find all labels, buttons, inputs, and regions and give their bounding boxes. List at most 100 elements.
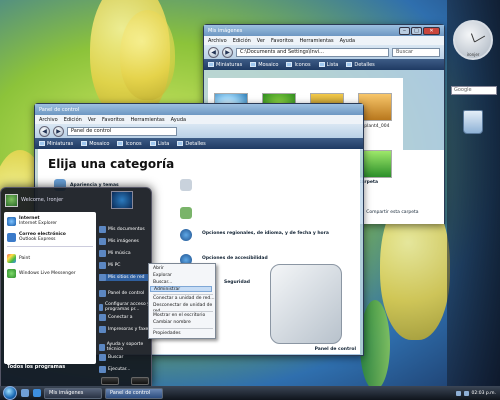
tool-label: Detalles (354, 61, 375, 68)
view-tiles-button[interactable]: Mosaico (250, 62, 278, 68)
program-paint[interactable]: Paint (7, 254, 30, 263)
ctx-rename[interactable]: Cambiar nombre (153, 320, 215, 326)
power-button[interactable] (131, 377, 149, 385)
view-tiles-button[interactable]: Mosaico (81, 141, 109, 147)
recycle-bin-icon[interactable] (463, 110, 483, 134)
category-security[interactable]: Seguridad (224, 280, 250, 285)
view-details-button[interactable]: Detalles (177, 141, 206, 147)
thumbnails-icon (208, 62, 214, 67)
control-titlebar[interactable]: Panel de control (35, 104, 363, 115)
item-label: Panel de control (108, 291, 145, 296)
user-picture (111, 191, 133, 209)
icons-icon (117, 141, 124, 146)
view-icons-button[interactable]: Iconos (286, 62, 311, 68)
divider (153, 294, 213, 295)
start-printers[interactable]: Impresoras y faxes (99, 326, 151, 333)
volume-icon[interactable] (463, 390, 469, 396)
view-list-button[interactable]: Lista (149, 141, 169, 147)
control-menubar: Archivo Edición Ver Favoritos Herramient… (35, 115, 363, 124)
start-my-documents[interactable]: Mis documentos (99, 226, 151, 233)
images-address-row: ◀ ▶ C:\Documents and Settings\Invi... Bu… (204, 45, 444, 59)
all-programs-button[interactable]: Todos los programas (7, 364, 65, 370)
item-label: Mi música (108, 251, 131, 256)
images-titlebar[interactable]: Mis imágenes ‒ □ ✕ (204, 25, 444, 36)
view-list-button[interactable]: Lista (318, 62, 338, 68)
menu-ayuda[interactable]: Ayuda (171, 117, 186, 123)
start-my-pc[interactable]: Mi PC (99, 262, 151, 269)
window-title: Mis imágenes (208, 27, 243, 34)
ctx-explore[interactable]: Explorar (153, 273, 215, 279)
start-help[interactable]: Ayuda y soporte técnico (99, 342, 151, 352)
control-address-row: ◀ ▶ Panel de control (35, 124, 363, 138)
minimize-button[interactable]: ‒ (399, 26, 410, 35)
network-icon[interactable] (455, 390, 461, 396)
start-set-program-access[interactable]: Configurar acceso y programas pr... (99, 302, 151, 312)
users-icon (180, 207, 192, 219)
start-run[interactable]: Ejecutar... (99, 366, 151, 373)
start-button[interactable] (3, 386, 17, 400)
menu-favoritos[interactable]: Favoritos (271, 38, 294, 44)
forward-button[interactable]: ▶ (53, 125, 64, 137)
back-button[interactable]: ◀ (39, 125, 50, 137)
start-control-panel[interactable]: Panel de control (99, 290, 151, 297)
outlook-express-icon (7, 232, 16, 242)
taskbar: Mis imágenes Panel de control 02:03 p.m. (0, 386, 500, 400)
taskbar-images-button[interactable]: Mis imágenes (44, 387, 102, 399)
start-my-pictures[interactable]: Mis imágenes (99, 238, 151, 245)
menu-edicion[interactable]: Edición (233, 38, 251, 44)
ctx-manage[interactable]: Administrar (150, 286, 212, 292)
clock-text[interactable]: 02:03 p.m. (472, 391, 497, 396)
item-label: Mis imágenes (108, 239, 139, 244)
menu-favoritos[interactable]: Favoritos (102, 117, 125, 123)
avatar (5, 193, 18, 207)
menu-archivo[interactable]: Archivo (39, 117, 58, 123)
program-messenger[interactable]: Windows Live Messenger (7, 269, 76, 278)
view-icons-button[interactable]: Iconos (117, 141, 142, 147)
help-icon (99, 343, 105, 351)
address-bar[interactable]: C:\Documents and Settings\Invi... (236, 47, 389, 57)
lock-button[interactable] (101, 377, 119, 385)
category-accessibility[interactable]: Opciones de accesibilidad (202, 256, 268, 261)
menu-ayuda[interactable]: Ayuda (340, 38, 355, 44)
back-button[interactable]: ◀ (208, 46, 219, 58)
view-details-button[interactable]: Detalles (346, 61, 375, 68)
view-thumbnails-button[interactable]: Miniaturas (208, 62, 242, 68)
internet-explorer-icon[interactable] (33, 389, 41, 397)
close-button[interactable]: ✕ (423, 26, 440, 35)
menu-herramientas[interactable]: Herramientas (300, 38, 334, 44)
start-connect-to[interactable]: Conectar a (99, 314, 151, 321)
maximize-button[interactable]: □ (411, 26, 422, 35)
share-folder-link[interactable]: Compartir esta carpeta (366, 210, 418, 215)
show-desktop-icon[interactable] (21, 389, 29, 397)
forward-button[interactable]: ▶ (222, 46, 233, 58)
music-icon (99, 250, 106, 257)
ctx-map-drive[interactable]: Conectar a unidad de red... (153, 296, 215, 302)
start-network-places[interactable]: Mis sitios de red (99, 274, 151, 281)
taskbar-control-button[interactable]: Panel de control (105, 387, 163, 399)
tool-label: Mosaico (258, 61, 279, 68)
control-panel-footer: Panel de control (314, 347, 356, 352)
messenger-icon (7, 269, 16, 278)
system-tray: 02:03 p.m. (455, 390, 500, 396)
control-panel-icon (99, 290, 106, 297)
program-email[interactable]: Correo electrónico Outlook Express (7, 232, 66, 242)
menu-ver[interactable]: Ver (257, 38, 265, 44)
menu-archivo[interactable]: Archivo (208, 38, 227, 44)
view-thumbnails-button[interactable]: Miniaturas (39, 141, 73, 147)
ctx-open[interactable]: Abrir (153, 266, 215, 272)
google-search-input[interactable]: Google (451, 86, 497, 95)
ctx-disconnect-drive[interactable]: Desconectar de unidad de red... (153, 303, 215, 314)
ctx-properties[interactable]: Propiedades (153, 331, 215, 337)
internet-explorer-icon (7, 216, 16, 226)
start-search[interactable]: Buscar (99, 354, 151, 361)
menu-ver[interactable]: Ver (88, 117, 96, 123)
start-my-music[interactable]: Mi música (99, 250, 151, 257)
program-internet[interactable]: Internet Internet Explorer (7, 216, 57, 226)
search-input[interactable]: Buscar (392, 47, 440, 57)
address-bar[interactable]: Panel de control (67, 126, 177, 136)
menu-herramientas[interactable]: Herramientas (131, 117, 165, 123)
menu-edicion[interactable]: Edición (64, 117, 82, 123)
category-regional[interactable]: Opciones regionales, de idioma, y de fec… (202, 231, 329, 236)
ctx-show-desktop[interactable]: Mostrar en el escritorio (153, 313, 215, 319)
tiles-icon (250, 62, 257, 67)
